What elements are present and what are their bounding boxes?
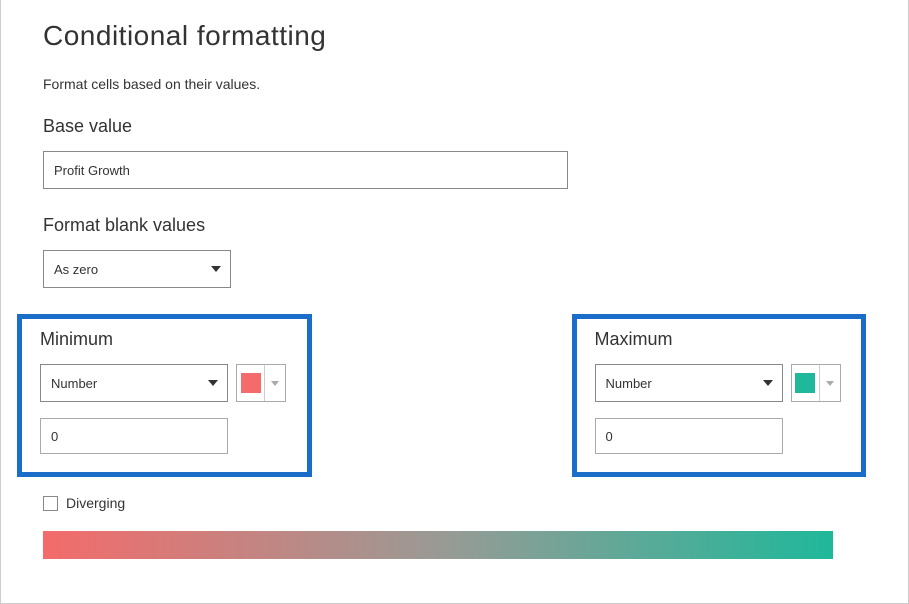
maximum-value-input[interactable] [595,418,783,454]
maximum-group: Maximum Number [572,314,867,477]
chevron-down-icon [820,365,840,401]
minimum-color-picker[interactable] [236,364,286,402]
format-blank-select[interactable]: As zero [43,250,231,288]
gradient-preview [43,531,833,559]
maximum-type-select[interactable]: Number [595,364,783,402]
page-title: Conditional formatting [43,20,866,52]
minimum-group: Minimum Number [17,314,312,477]
diverging-checkbox-row[interactable]: Diverging [43,495,866,511]
diverging-checkbox[interactable] [43,496,58,511]
maximum-color-picker[interactable] [791,364,841,402]
maximum-label: Maximum [595,329,844,350]
format-blank-label: Format blank values [43,215,866,236]
base-value-label: Base value [43,116,866,137]
diverging-label: Diverging [66,495,125,511]
minimum-color-swatch [237,365,265,401]
base-value-input[interactable] [43,151,568,189]
minimum-label: Minimum [40,329,289,350]
maximum-color-swatch [792,365,820,401]
minimum-type-select[interactable]: Number [40,364,228,402]
conditional-formatting-panel: Conditional formatting Format cells base… [1,0,908,603]
minimum-value-input[interactable] [40,418,228,454]
chevron-down-icon [265,365,285,401]
page-subtitle: Format cells based on their values. [43,76,866,92]
